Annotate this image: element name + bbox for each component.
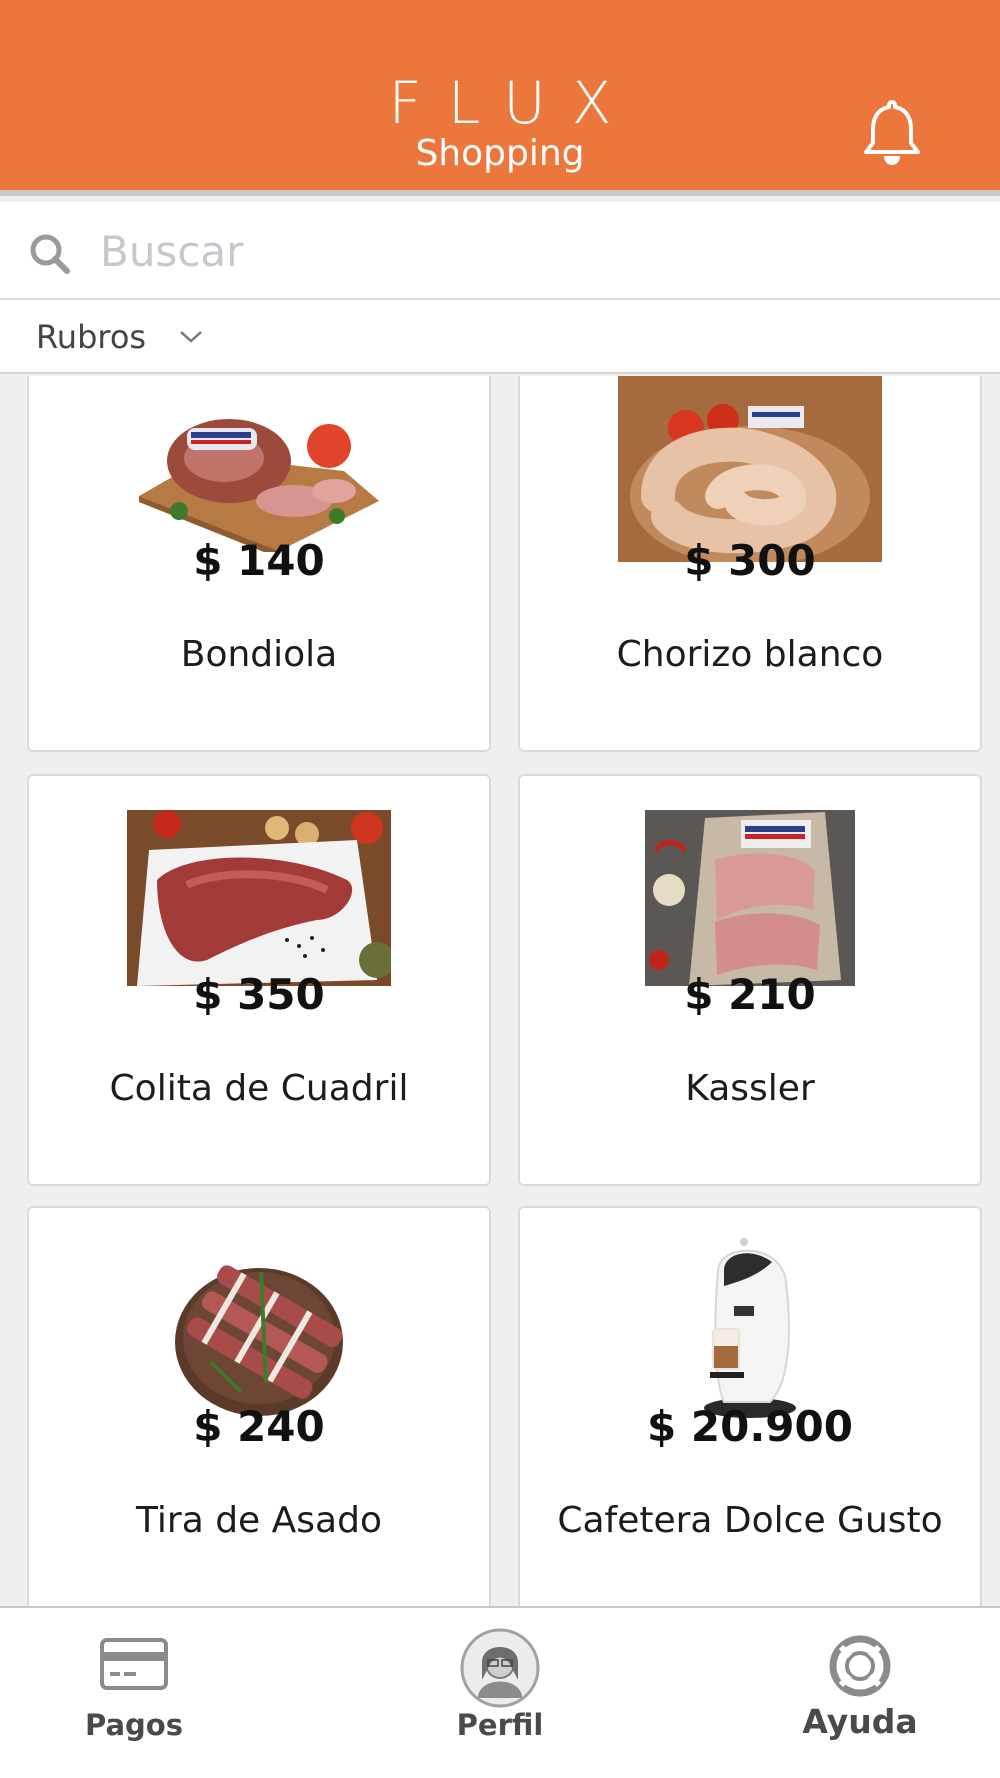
nav-label: Pagos [85,1708,183,1742]
avatar [460,1628,540,1712]
nav-item-ayuda[interactable]: Ayuda [790,1608,930,1778]
nav-item-perfil[interactable]: Perfil [420,1608,580,1778]
search-bar [0,202,1000,300]
short-ribs-photo [175,1265,343,1416]
product-card[interactable]: $ 300 Chorizo blanco [518,376,982,752]
product-name: Chorizo blanco [616,634,884,675]
product-price: $ 350 [193,970,325,1019]
product-image [520,1238,980,1418]
product-name: Cafetera Dolce Gusto [557,1500,943,1541]
product-name: Colita de Cuadril [109,1068,409,1109]
product-price: $ 140 [193,536,325,585]
product-name: Bondiola [180,634,338,675]
nav-label: Ayuda [802,1702,918,1741]
product-image [29,1242,489,1418]
lifebuoy-icon [828,1634,892,1702]
sausage-photo [618,376,882,562]
search-icon [28,232,72,276]
category-filter[interactable]: Rubros [0,300,1000,374]
chevron-down-icon [178,328,204,346]
product-image [520,376,980,562]
product-card[interactable]: $ 240 Tira de Asado [27,1206,491,1606]
coffee-machine-photo [704,1238,796,1418]
product-card[interactable]: $ 350 Colita de Cuadril [27,774,491,1186]
product-price: $ 300 [684,536,816,585]
bell-icon[interactable] [860,96,924,168]
product-image [520,810,980,986]
search-input[interactable] [100,220,960,282]
app-header: FLUX Shopping [0,0,1000,196]
category-filter-label: Rubros [36,318,147,356]
product-name: Kassler [685,1068,815,1109]
nav-label: Perfil [456,1708,544,1742]
product-price: $ 20.900 [647,1402,853,1451]
credit-card-icon [100,1638,168,1694]
pork-neck-photo [139,419,379,552]
product-card[interactable]: $ 140 Bondiola [27,376,491,752]
product-grid: $ 140 Bondiola $ 300 Chorizo blanco $ 35… [0,376,1000,1606]
nav-item-pagos[interactable]: Pagos [60,1608,208,1778]
product-card[interactable]: $ 20.900 Cafetera Dolce Gusto [518,1206,982,1606]
brand-subtitle: Shopping [415,133,585,174]
product-name: Tira de Asado [136,1500,382,1541]
kassler-photo [645,810,855,986]
beef-cut-photo [127,810,391,986]
product-image [29,810,489,986]
bottom-navigation: Pagos Perfil Ayuda [0,1606,1000,1778]
product-card[interactable]: $ 210 Kassler [518,774,982,1186]
brand-title: FLUX [388,69,638,137]
product-price: $ 240 [193,1402,325,1451]
product-price: $ 210 [684,970,816,1019]
brand-logo: FLUX Shopping [0,74,1000,176]
product-image [29,376,489,552]
